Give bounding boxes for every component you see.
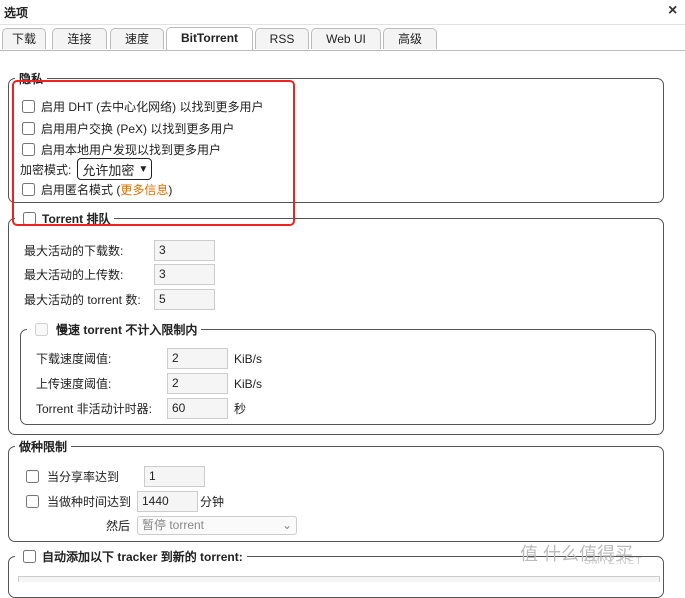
close-icon[interactable]: × [668,2,677,20]
dl-threshold-input[interactable]: 2 [167,348,228,369]
tab-bittorrent[interactable]: BitTorrent [166,27,253,50]
chevron-down-icon: ▼ [138,163,149,175]
ul-threshold-row: 上传速度阈值: 2 KiB/s [36,373,262,394]
anon-row: 启用匿名模式 ( 更多信息 ) [22,181,172,198]
seeding-legend: 做种限制 [19,440,68,454]
ul-threshold-input[interactable]: 2 [167,373,228,394]
dht-checkbox[interactable] [22,100,35,113]
then-label-row: 然后 [106,517,130,534]
window-titlebar: 选项 × [0,0,685,25]
seed-time-row: 当做种时间达到 1440 分钟 [26,491,224,512]
dht-label: 启用 DHT (去中心化网络) 以找到更多用户 [41,100,264,114]
anon-label-suffix: ) [168,182,173,197]
max-downloads-label: 最大活动的下载数: [24,244,124,258]
trackers-legend-label: 自动添加以下 tracker 到新的 torrent: [42,550,243,564]
tab-advanced[interactable]: 高级 [383,28,437,49]
encryption-value: 允许加密 [82,162,135,178]
max-torrents-label: 最大活动的 torrent 数: [24,293,141,307]
window-title: 选项 [4,6,29,20]
ratio-checkbox[interactable] [26,470,39,483]
tab-bar: 下载 连接 速度 BitTorrent RSS Web UI 高级 [0,26,685,51]
dl-threshold-row: 下载速度阈值: 2 KiB/s [36,348,262,369]
queue-legend-label: Torrent 排队 [42,212,111,226]
ratio-label: 当分享率达到 [47,470,120,484]
slow-torrents-legend: 慢速 torrent 不计入限制内 [27,321,201,338]
seed-time-checkbox[interactable] [26,495,39,508]
pex-row: 启用用户交换 (PeX) 以找到更多用户 [22,120,234,137]
slow-torrents-legend-label: 慢速 torrent 不计入限制内 [56,323,198,337]
max-uploads-input[interactable]: 3 [154,264,215,285]
encryption-select[interactable]: 允许加密 ▼ [77,158,153,180]
anon-label-prefix: 启用匿名模式 ( [41,183,121,197]
lsd-label: 启用本地用户发现以找到更多用户 [41,143,222,157]
trackers-checkbox[interactable] [23,550,36,563]
encryption-label: 加密模式: [20,162,72,177]
watermark: 值 什么值得买 SMYZ.NET [520,540,642,567]
ul-threshold-label: 上传速度阈值: [36,377,112,391]
lsd-checkbox[interactable] [22,143,35,156]
chevron-down-icon: ⌄ [281,518,292,532]
pex-label: 启用用户交换 (PeX) 以找到更多用户 [41,122,235,136]
privacy-legend: 隐私 [19,72,44,86]
queue-checkbox[interactable] [23,212,36,225]
tab-connection[interactable]: 连接 [52,28,107,49]
inactivity-timer-input[interactable]: 60 [167,398,228,419]
trackers-legend: 自动添加以下 tracker 到新的 torrent: [15,548,247,565]
dl-threshold-label: 下载速度阈值: [36,352,112,366]
max-torrents-row: 最大活动的 torrent 数: 5 [24,289,215,310]
tab-downloads[interactable]: 下载 [2,28,46,49]
tab-webui[interactable]: Web UI [311,28,381,49]
max-downloads-input[interactable]: 3 [154,240,215,261]
slow-torrents-checkbox[interactable] [35,323,48,336]
more-info-link[interactable]: 更多信息 [120,181,168,198]
dht-row: 启用 DHT (去中心化网络) 以找到更多用户 [22,98,263,115]
seed-time-input[interactable]: 1440 [137,491,198,512]
tab-speed[interactable]: 速度 [110,28,164,49]
inactivity-timer-unit: 秒 [234,402,247,416]
dl-threshold-unit: KiB/s [234,351,263,366]
seeding-action-select[interactable]: 暂停 torrent ⌄ [137,516,297,535]
seeding-action-value: 暂停 torrent [142,518,205,532]
encryption-row: 加密模式: 允许加密 ▼ [20,158,153,180]
ratio-row: 当分享率达到 1 [26,466,205,487]
pex-checkbox[interactable] [22,122,35,135]
trackers-textarea[interactable] [18,576,660,582]
max-torrents-input[interactable]: 5 [154,289,215,310]
max-downloads-row: 最大活动的下载数: 3 [24,240,215,261]
lsd-row: 启用本地用户发现以找到更多用户 [22,141,221,158]
ul-threshold-unit: KiB/s [234,376,263,391]
tab-rss[interactable]: RSS [255,28,309,49]
inactivity-timer-row: Torrent 非活动计时器: 60 秒 [36,398,246,419]
inactivity-timer-label: Torrent 非活动计时器: [36,402,153,416]
max-uploads-row: 最大活动的上传数: 3 [24,264,215,285]
seed-time-label: 当做种时间达到 [47,495,132,509]
seed-time-unit: 分钟 [200,495,225,509]
anon-checkbox[interactable] [22,183,35,196]
ratio-input[interactable]: 1 [144,466,205,487]
queue-legend: Torrent 排队 [15,210,114,227]
max-uploads-label: 最大活动的上传数: [24,268,124,282]
then-label: 然后 [106,519,131,533]
watermark-sub: SMYZ.NET [584,556,643,567]
